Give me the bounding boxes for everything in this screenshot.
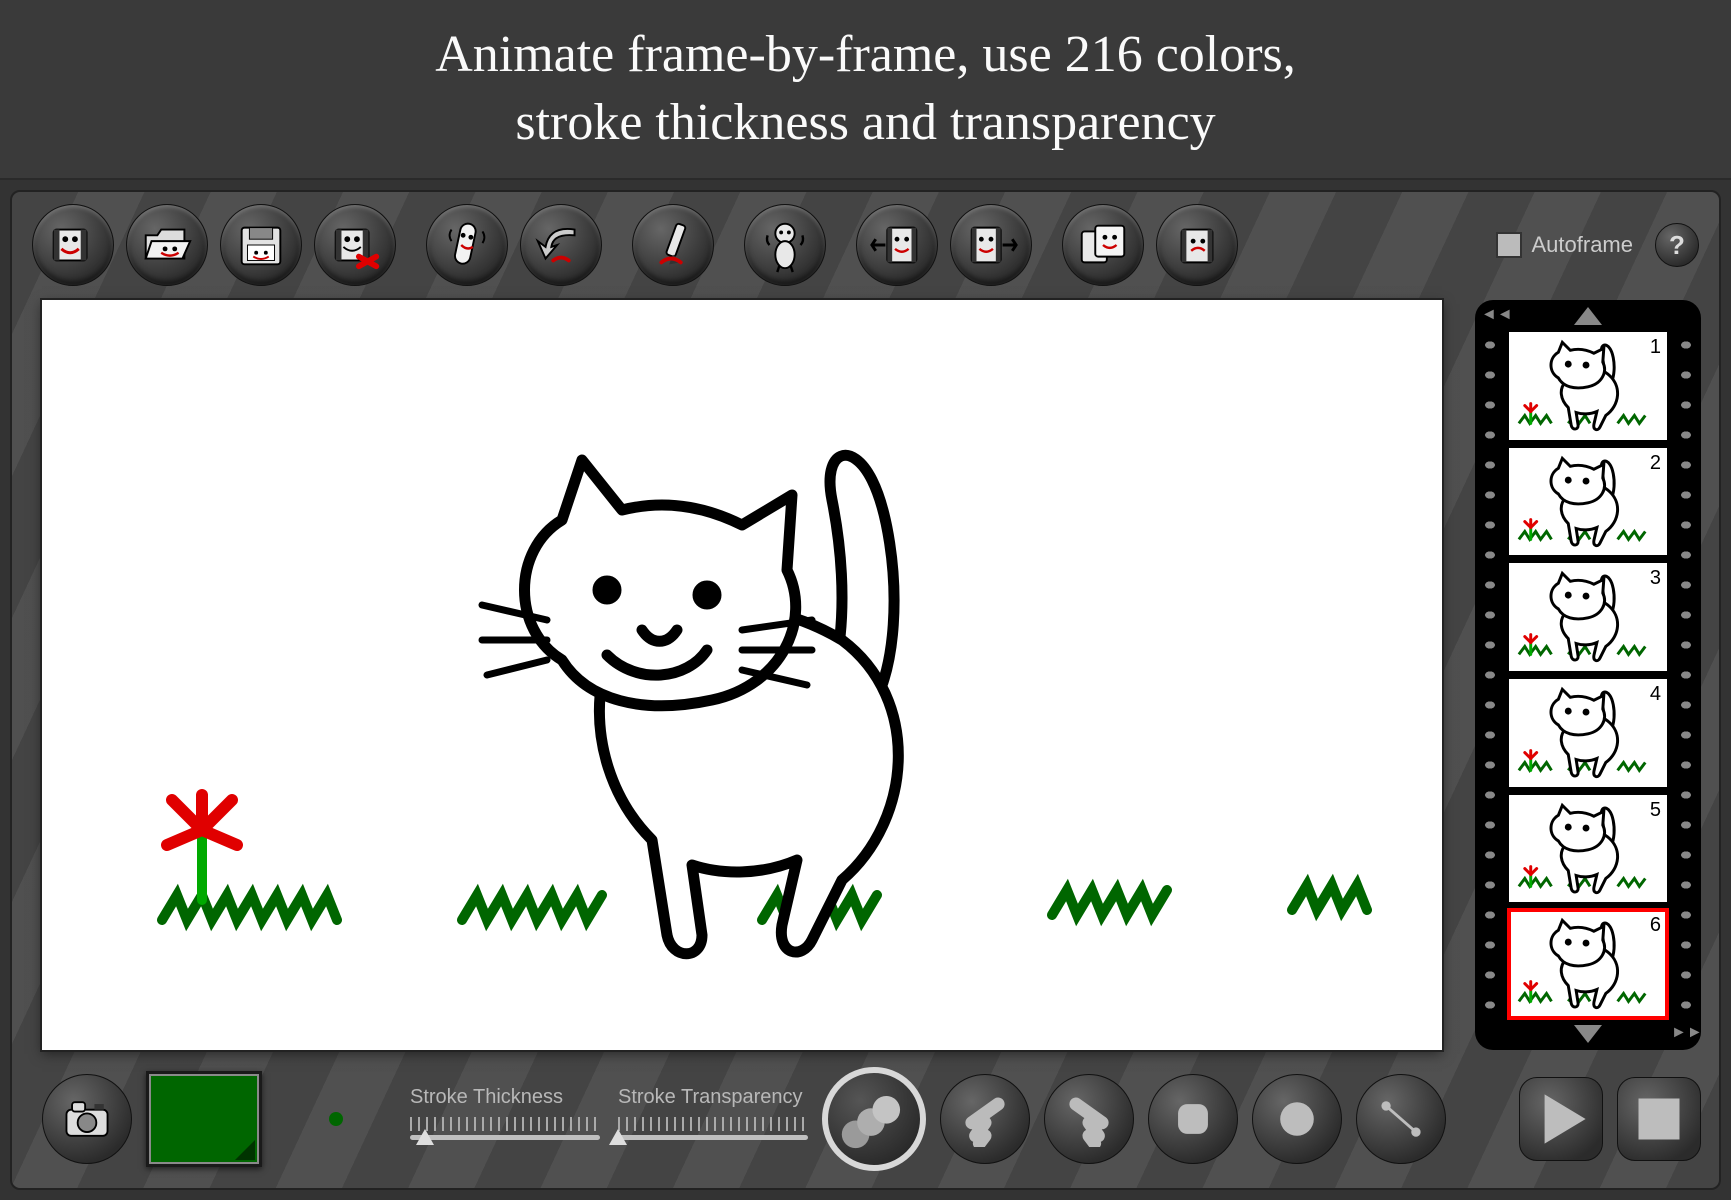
frame-number: 4	[1650, 683, 1661, 706]
stop-button[interactable]	[1617, 1077, 1701, 1161]
new-file-button[interactable]	[32, 204, 114, 286]
drawing-canvas[interactable]	[42, 300, 1442, 1050]
title-bar: Animate frame-by-frame, use 216 colors,s…	[0, 0, 1731, 180]
arrow-left-shape[interactable]	[940, 1074, 1030, 1164]
arrow-right-shape[interactable]	[1044, 1074, 1134, 1164]
frame-number: 5	[1650, 799, 1661, 822]
filmstrip-frame-1[interactable]: 1	[1509, 332, 1667, 440]
character-button[interactable]	[744, 204, 826, 286]
transparency-label: Stroke Transparency	[618, 1086, 808, 1109]
insert-frame-before-button[interactable]	[856, 204, 938, 286]
undo-button[interactable]	[520, 204, 602, 286]
filmstrip-frame-3[interactable]: 3	[1509, 563, 1667, 671]
thickness-slider[interactable]	[410, 1113, 600, 1153]
rounded-square-shape[interactable]	[1148, 1074, 1238, 1164]
top-toolbar: Autoframe ?	[32, 200, 1699, 290]
frame-number: 1	[1650, 336, 1661, 359]
frame-number: 2	[1650, 452, 1661, 475]
autoframe-checkbox[interactable]	[1496, 232, 1522, 258]
play-button[interactable]	[1519, 1077, 1603, 1161]
line-shape[interactable]	[1356, 1074, 1446, 1164]
insert-frame-after-button[interactable]	[950, 204, 1032, 286]
help-button[interactable]: ?	[1655, 223, 1699, 267]
circle-shape[interactable]	[1252, 1074, 1342, 1164]
redo-button[interactable]	[632, 204, 714, 286]
filmstrip-frame-5[interactable]: 5	[1509, 795, 1667, 903]
title-text: Animate frame-by-frame, use 216 colors,s…	[435, 21, 1296, 156]
bottom-toolbar: Stroke Thickness Stroke Transparency	[42, 1064, 1701, 1174]
brush-size-preview	[276, 1074, 396, 1164]
color-picker[interactable]	[146, 1071, 262, 1167]
thickness-label: Stroke Thickness	[410, 1086, 600, 1109]
save-file-button[interactable]	[220, 204, 302, 286]
filmstrip-page-prev[interactable]: ◄◄	[1481, 306, 1505, 326]
filmstrip-frame-2[interactable]: 2	[1509, 448, 1667, 556]
filmstrip-frame-4[interactable]: 4	[1509, 679, 1667, 787]
snapshot-button[interactable]	[42, 1074, 132, 1164]
filmstrip-frame-6[interactable]: 6	[1509, 910, 1667, 1018]
app-frame: Autoframe ?	[10, 190, 1721, 1190]
autoframe-label: Autoframe	[1532, 232, 1634, 258]
frame-number: 6	[1650, 914, 1661, 937]
copy-frame-button[interactable]	[1062, 204, 1144, 286]
open-file-button[interactable]	[126, 204, 208, 286]
filmstrip-scroll-down[interactable]	[1475, 1020, 1701, 1048]
frame-number: 3	[1650, 567, 1661, 590]
clear-frame-button[interactable]	[426, 204, 508, 286]
delete-frame-button[interactable]	[1156, 204, 1238, 286]
autoframe-toggle[interactable]: Autoframe ?	[1496, 223, 1700, 267]
brush-tool-button[interactable]	[822, 1067, 926, 1171]
close-file-button[interactable]	[314, 204, 396, 286]
transparency-slider[interactable]	[618, 1113, 808, 1153]
filmstrip: ◄◄ 1 2 3 4 5	[1475, 300, 1701, 1050]
